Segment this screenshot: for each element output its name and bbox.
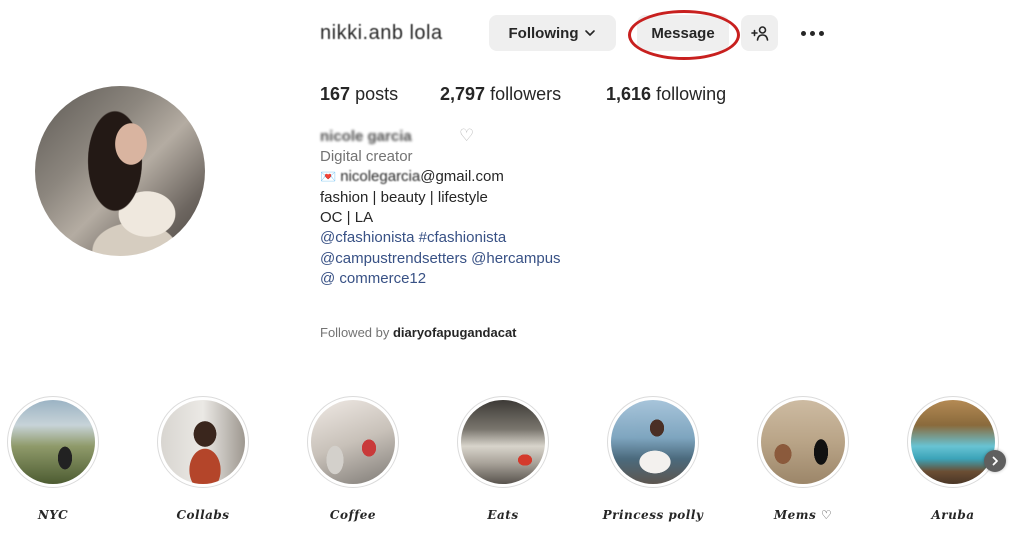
- bio-link[interactable]: @ commerce12: [320, 269, 426, 289]
- bio-line: OC | LA: [320, 209, 374, 226]
- message-button[interactable]: Message: [637, 15, 729, 51]
- highlight-label: Aruba: [931, 508, 975, 522]
- highlight-thumbnail: [911, 400, 995, 484]
- profile-avatar[interactable]: [35, 86, 205, 256]
- followed-by[interactable]: Followed by diaryofapugandacat: [320, 325, 517, 340]
- bio-line: fashion | beauty | lifestyle: [320, 189, 488, 206]
- highlight-thumbnail: [11, 400, 95, 484]
- highlight-thumbnail: [761, 400, 845, 484]
- story-highlight[interactable]: NYC: [7, 396, 99, 522]
- chevron-down-icon: [585, 30, 596, 36]
- story-highlight[interactable]: Mems ♡: [757, 396, 849, 522]
- following-stat[interactable]: 1,616 following: [606, 84, 726, 105]
- story-highlight[interactable]: Aruba: [907, 396, 999, 522]
- posts-count: 167: [320, 84, 351, 104]
- highlight-thumbnail: [161, 400, 245, 484]
- highlight-label: Collabs: [176, 508, 230, 522]
- highlight-thumbnail: [461, 400, 545, 484]
- highlight-ring: [757, 396, 849, 488]
- username: nikki.anb lola: [320, 22, 443, 44]
- followers-count: 2,797: [440, 84, 486, 104]
- bio-category: Digital creator: [320, 148, 413, 165]
- posts-label: posts: [355, 84, 399, 104]
- email-hidden-part: nicolegarcia: [340, 168, 421, 185]
- followed-by-prefix: Followed by: [320, 325, 393, 340]
- highlight-label: Princess polly: [602, 508, 704, 522]
- followers-stat[interactable]: 2,797 followers: [440, 84, 561, 105]
- highlight-label: Coffee: [329, 508, 377, 522]
- more-options-icon[interactable]: [798, 22, 826, 44]
- following-count: 1,616: [606, 84, 652, 104]
- story-highlight[interactable]: Eats: [457, 396, 549, 522]
- highlight-label: NYC: [37, 508, 69, 522]
- highlight-ring: [457, 396, 549, 488]
- highlights-next-button[interactable]: [984, 450, 1006, 472]
- email-domain: @gmail.com: [420, 168, 504, 185]
- chevron-right-icon: [992, 456, 998, 466]
- posts-stat: 167 posts: [320, 84, 398, 105]
- bio-link[interactable]: @campustrendsetters @hercampus: [320, 249, 561, 269]
- message-button-label: Message: [651, 24, 715, 42]
- followers-label: followers: [490, 84, 562, 104]
- story-highlight[interactable]: Princess polly: [603, 396, 703, 522]
- highlight-ring: [907, 396, 999, 488]
- highlight-label: Mems ♡: [773, 508, 833, 522]
- love-letter-icon: 💌: [320, 169, 337, 184]
- highlight-ring: [7, 396, 99, 488]
- highlight-ring: [157, 396, 249, 488]
- add-user-button[interactable]: [741, 15, 778, 51]
- bio-email: 💌 nicolegarcia@gmail.com: [320, 167, 504, 187]
- highlight-ring: [607, 396, 699, 488]
- story-highlight[interactable]: Collabs: [157, 396, 249, 522]
- highlight-thumbnail: [611, 400, 695, 484]
- followed-by-name: diaryofapugandacat: [392, 325, 517, 340]
- following-button-label: Following: [508, 24, 579, 42]
- highlight-thumbnail: [311, 400, 395, 484]
- highlight-label: Eats: [487, 508, 519, 522]
- highlight-ring: [307, 396, 399, 488]
- following-label: following: [656, 84, 727, 104]
- heart-outline-icon: ♡: [459, 126, 475, 145]
- following-button[interactable]: Following: [489, 15, 616, 51]
- story-highlight[interactable]: Coffee: [307, 396, 399, 522]
- add-user-icon: [750, 26, 768, 41]
- full-name: nicole garcia: [320, 128, 412, 145]
- bio-link[interactable]: @cfashionista #cfashionista: [320, 228, 506, 248]
